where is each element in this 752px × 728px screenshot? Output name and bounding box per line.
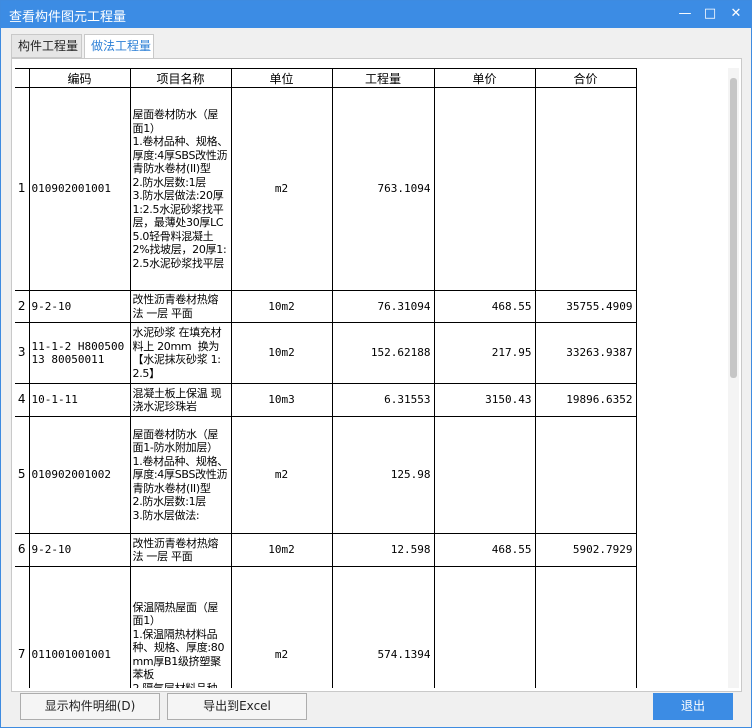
exit-button[interactable]: 退出 <box>653 693 733 720</box>
close-icon[interactable]: ✕ <box>726 5 746 23</box>
cell-price[interactable] <box>433 87 536 291</box>
minimize-icon[interactable]: — <box>675 5 695 23</box>
cell-name[interactable]: 屋面卷材防水（屋面1） 1.卷材品种、规格、厚度:4厚SBS改性沥青防水卷材(I… <box>129 87 232 291</box>
cell-unit[interactable]: 10m2 <box>230 533 333 567</box>
scrollbar-thumb[interactable] <box>730 78 737 378</box>
tab-component-quantity[interactable]: 构件工程量 <box>11 34 82 58</box>
window-title: 查看构件图元工程量 <box>9 10 127 25</box>
cell-price[interactable]: 3150.43 <box>433 383 536 417</box>
cell-name[interactable]: 改性沥青卷材热熔法 一层 平面 <box>129 290 232 323</box>
cell-unit[interactable]: 10m2 <box>230 290 333 323</box>
cell-name[interactable]: 保温隔热屋面（屋面1） 1.保温隔热材料品种、规格、厚度:80mm厚B1级挤塑聚… <box>129 566 232 688</box>
cell-name[interactable]: 混凝土板上保温 现浇水泥珍珠岩 <box>129 383 232 417</box>
header-total[interactable]: 合价 <box>534 68 637 88</box>
table-row[interactable]: 1 010902001001 屋面卷材防水（屋面1） 1.卷材品种、规格、厚度:… <box>15 87 637 291</box>
table-row[interactable]: 3 11-1-2 H80050013 80050011 水泥砂浆 在填充材料上 … <box>15 322 637 384</box>
quantity-grid[interactable]: 编码 项目名称 单位 工程量 单价 合价 1 010902001001 屋面卷材… <box>15 68 726 688</box>
table-row[interactable]: 7 011001001001 保温隔热屋面（屋面1） 1.保温隔热材料品种、规格… <box>15 566 637 688</box>
row-index: 5 <box>15 416 30 534</box>
header-code[interactable]: 编码 <box>28 68 131 88</box>
cell-unit[interactable]: m2 <box>230 566 333 688</box>
cell-code[interactable]: 9-2-10 <box>28 533 131 567</box>
header-index <box>15 68 30 88</box>
cell-total[interactable]: 35755.4909 <box>534 290 637 323</box>
cell-code[interactable]: 011001001001 <box>28 566 131 688</box>
header-quantity[interactable]: 工程量 <box>331 68 435 88</box>
row-index: 4 <box>15 383 30 417</box>
cell-code[interactable]: 10-1-11 <box>28 383 131 417</box>
cell-price[interactable]: 217.95 <box>433 322 536 384</box>
dialog-window: 查看构件图元工程量 — □ ✕ 构件工程量 做法工程量 编码 项目名称 单位 工… <box>0 0 752 728</box>
cell-quantity[interactable]: 12.598 <box>331 533 435 567</box>
table-row[interactable]: 5 010902001002 屋面卷材防水（屋面1-防水附加层） 1.卷材品种、… <box>15 416 637 534</box>
cell-total[interactable]: 33263.9387 <box>534 322 637 384</box>
cell-unit[interactable]: 10m2 <box>230 322 333 384</box>
cell-price[interactable]: 468.55 <box>433 290 536 323</box>
table-header-row: 编码 项目名称 单位 工程量 单价 合价 <box>15 68 637 88</box>
cell-quantity[interactable]: 6.31553 <box>331 383 435 417</box>
cell-quantity[interactable]: 125.98 <box>331 416 435 534</box>
export-excel-button[interactable]: 导出到Excel <box>167 693 307 720</box>
cell-unit[interactable]: m2 <box>230 416 333 534</box>
cell-code[interactable]: 010902001001 <box>28 87 131 291</box>
row-index: 6 <box>15 533 30 567</box>
cell-total[interactable] <box>534 566 637 688</box>
cell-total[interactable]: 5902.7929 <box>534 533 637 567</box>
table-row[interactable]: 4 10-1-11 混凝土板上保温 现浇水泥珍珠岩 10m3 6.31553 3… <box>15 383 637 417</box>
cell-price[interactable]: 468.55 <box>433 533 536 567</box>
header-price[interactable]: 单价 <box>433 68 536 88</box>
row-index: 1 <box>15 87 30 291</box>
quantity-table: 编码 项目名称 单位 工程量 单价 合价 1 010902001001 屋面卷材… <box>15 68 637 688</box>
quantity-panel: 编码 项目名称 单位 工程量 单价 合价 1 010902001001 屋面卷材… <box>11 58 742 692</box>
row-index: 3 <box>15 322 30 384</box>
maximize-icon[interactable]: □ <box>700 5 720 23</box>
header-unit[interactable]: 单位 <box>230 68 333 88</box>
show-detail-button[interactable]: 显示构件明细(D) <box>20 693 160 720</box>
cell-name[interactable]: 水泥砂浆 在填充材料上 20mm 换为【水泥抹灰砂浆 1:2.5】 <box>129 322 232 384</box>
table-row[interactable]: 2 9-2-10 改性沥青卷材热熔法 一层 平面 10m2 76.31094 4… <box>15 290 637 323</box>
title-bar[interactable]: 查看构件图元工程量 — □ ✕ <box>1 1 751 28</box>
cell-price[interactable] <box>433 416 536 534</box>
row-index: 7 <box>15 566 30 688</box>
header-name[interactable]: 项目名称 <box>129 68 232 88</box>
cell-total[interactable] <box>534 416 637 534</box>
cell-total[interactable]: 19896.6352 <box>534 383 637 417</box>
tab-method-quantity[interactable]: 做法工程量 <box>84 34 154 59</box>
cell-unit[interactable]: m2 <box>230 87 333 291</box>
cell-quantity[interactable]: 152.62188 <box>331 322 435 384</box>
vertical-scrollbar[interactable] <box>728 68 739 688</box>
cell-name[interactable]: 屋面卷材防水（屋面1-防水附加层） 1.卷材品种、规格、厚度:4厚SBS改性沥青… <box>129 416 232 534</box>
cell-name[interactable]: 改性沥青卷材热熔法 一层 平面 <box>129 533 232 567</box>
cell-quantity[interactable]: 763.1094 <box>331 87 435 291</box>
cell-quantity[interactable]: 76.31094 <box>331 290 435 323</box>
cell-quantity[interactable]: 574.1394 <box>331 566 435 688</box>
cell-total[interactable] <box>534 87 637 291</box>
row-index: 2 <box>15 290 30 323</box>
cell-code[interactable]: 9-2-10 <box>28 290 131 323</box>
cell-price[interactable] <box>433 566 536 688</box>
cell-unit[interactable]: 10m3 <box>230 383 333 417</box>
cell-code[interactable]: 11-1-2 H80050013 80050011 <box>28 322 131 384</box>
cell-code[interactable]: 010902001002 <box>28 416 131 534</box>
table-row[interactable]: 6 9-2-10 改性沥青卷材热熔法 一层 平面 10m2 12.598 468… <box>15 533 637 567</box>
